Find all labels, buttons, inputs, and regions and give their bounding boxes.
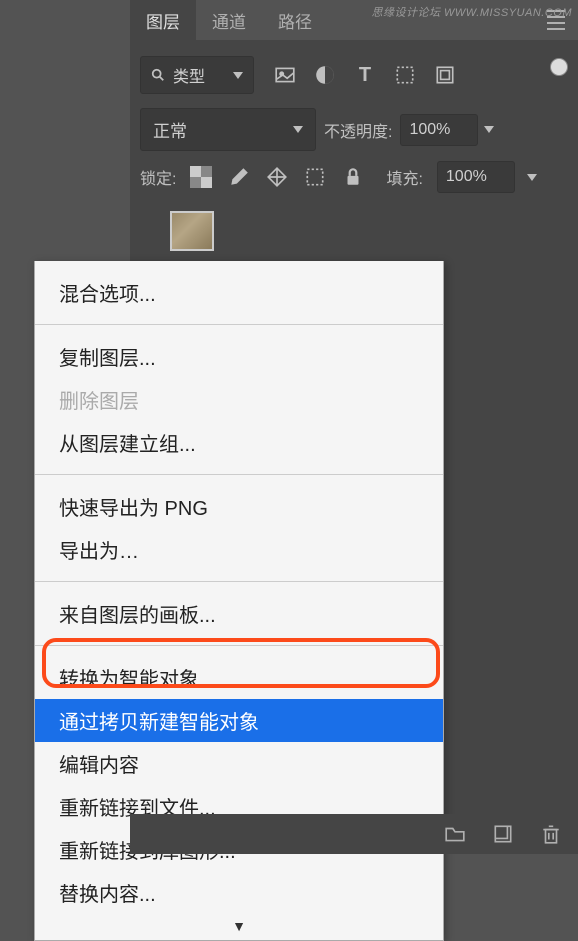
lock-artboard-icon[interactable]: [304, 166, 326, 188]
delete-icon[interactable]: [540, 823, 562, 845]
layer-row[interactable]: [140, 207, 568, 251]
menu-replace-contents[interactable]: 替换内容...: [35, 871, 443, 914]
menu-new-smart-object-via-copy[interactable]: 通过拷贝新建智能对象: [35, 699, 443, 742]
fill-input[interactable]: 100%: [437, 161, 515, 193]
chevron-down-icon: [293, 126, 303, 133]
menu-quick-export-png[interactable]: 快速导出为 PNG: [35, 485, 443, 528]
lock-position-icon[interactable]: [266, 166, 288, 188]
opacity-label: 不透明度:: [324, 118, 392, 142]
lock-all-icon[interactable]: [342, 166, 364, 188]
menu-blend-options[interactable]: 混合选项...: [35, 271, 443, 314]
smartobject-filter-icon[interactable]: [434, 64, 456, 86]
type-filter-icon[interactable]: T: [354, 64, 376, 86]
filter-row: 类型 T: [140, 56, 568, 94]
menu-delete-layer: 删除图层: [35, 378, 443, 421]
pixel-filter-icon[interactable]: [274, 64, 296, 86]
shape-filter-icon[interactable]: [394, 64, 416, 86]
new-layer-icon[interactable]: [492, 823, 514, 845]
menu-scroll-down-icon[interactable]: ▼: [35, 914, 443, 938]
adjustment-filter-icon[interactable]: [314, 64, 336, 86]
menu-group-from-layers[interactable]: 从图层建立组...: [35, 421, 443, 464]
menu-export-as[interactable]: 导出为…: [35, 528, 443, 571]
panel-bottom-bar: [130, 814, 578, 854]
chevron-down-icon: [233, 72, 243, 79]
blend-mode-value: 正常: [153, 117, 187, 142]
fill-label: 填充:: [386, 165, 422, 189]
chevron-down-icon[interactable]: [484, 126, 494, 133]
search-icon: [151, 68, 165, 82]
type-filter-dropdown[interactable]: 类型: [140, 56, 254, 94]
layer-thumbnail: [170, 211, 214, 251]
watermark-text: 思缘设计论坛 WWW.MISSYUAN.COM: [371, 4, 572, 20]
lock-label: 锁定:: [140, 165, 176, 189]
lock-row: 锁定: 填充: 100%: [140, 161, 568, 193]
blend-mode-dropdown[interactable]: 正常: [140, 108, 316, 151]
tab-layers[interactable]: 图层: [130, 0, 196, 41]
blend-row: 正常 不透明度: 100%: [140, 108, 568, 151]
tab-channels[interactable]: 通道: [196, 0, 262, 41]
lock-transparency-icon[interactable]: [190, 166, 212, 188]
chevron-down-icon[interactable]: [527, 174, 537, 181]
menu-edit-contents[interactable]: 编辑内容: [35, 742, 443, 785]
new-group-icon[interactable]: [444, 823, 466, 845]
fill-value: 100%: [446, 168, 487, 186]
menu-artboard-from-layers[interactable]: 来自图层的画板...: [35, 592, 443, 635]
opacity-input[interactable]: 100%: [400, 114, 478, 146]
type-label: 类型: [173, 63, 205, 87]
opacity-value: 100%: [409, 121, 450, 139]
tab-paths[interactable]: 路径: [262, 0, 328, 41]
filter-toggle[interactable]: [550, 58, 568, 76]
lock-brush-icon[interactable]: [228, 166, 250, 188]
menu-convert-smart-object[interactable]: 转换为智能对象: [35, 656, 443, 699]
menu-duplicate-layer[interactable]: 复制图层...: [35, 335, 443, 378]
